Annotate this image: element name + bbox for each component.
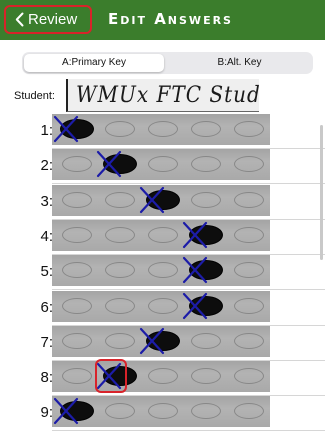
nav-bar: Review Edit Answers xyxy=(0,0,325,40)
question-number: 2: xyxy=(40,157,53,175)
answer-bubble-3[interactable] xyxy=(148,156,178,173)
answer-bubble-4[interactable] xyxy=(191,191,221,208)
tab-primary-key[interactable]: A:Primary Key xyxy=(24,54,164,72)
question-row: 1: xyxy=(0,113,325,149)
question-row: 9: xyxy=(0,395,325,431)
answer-bubble-2[interactable] xyxy=(105,121,135,137)
answer-bubble-3[interactable] xyxy=(148,226,178,243)
question-row: 6: xyxy=(0,290,325,326)
student-label: Student: xyxy=(14,90,55,102)
answer-bubble-5[interactable] xyxy=(234,226,264,243)
question-number: 1: xyxy=(40,122,53,139)
page-title: Edit Answers xyxy=(108,10,233,28)
answer-bubble-5[interactable] xyxy=(234,368,264,385)
answer-bubble-2[interactable] xyxy=(105,191,135,208)
answer-bubble-3[interactable] xyxy=(148,403,178,420)
answer-bubble-5[interactable] xyxy=(234,262,264,279)
question-row: 2: xyxy=(0,148,325,185)
student-name: WMUx FTC Student xyxy=(76,80,259,108)
question-row: 8: xyxy=(0,359,325,397)
question-number: 8: xyxy=(40,369,53,387)
answer-bubble-4[interactable] xyxy=(189,295,223,316)
bubble-strip xyxy=(52,219,270,251)
question-number: 3: xyxy=(40,192,53,210)
question-number: 7: xyxy=(40,333,53,351)
bubble-strip xyxy=(52,184,270,216)
answer-bubble-5[interactable] xyxy=(234,191,264,208)
answer-bubble-4[interactable] xyxy=(191,156,221,173)
bubble-strip xyxy=(52,149,270,181)
answer-bubble-3[interactable] xyxy=(146,330,180,351)
answer-bubble-1[interactable] xyxy=(62,226,92,243)
student-name-image: WMUx FTC Student xyxy=(66,79,259,112)
answer-bubble-3[interactable] xyxy=(146,189,180,210)
answer-bubble-1[interactable] xyxy=(62,191,92,208)
answer-bubble-1[interactable] xyxy=(62,332,92,349)
back-button[interactable]: Review xyxy=(4,5,92,34)
bubble-strip xyxy=(52,290,270,322)
back-button-label: Review xyxy=(28,11,78,28)
tab-alt-key[interactable]: B:Alt. Key xyxy=(168,54,311,72)
answer-bubble-2[interactable] xyxy=(103,366,137,387)
bubble-strip xyxy=(52,255,270,287)
answer-bubble-5[interactable] xyxy=(234,156,264,173)
question-row: 5: xyxy=(0,254,325,291)
answer-bubble-4[interactable] xyxy=(189,224,223,245)
answer-bubble-3[interactable] xyxy=(148,368,178,385)
question-row: 7: xyxy=(0,325,325,361)
bubble-strip xyxy=(52,325,270,357)
answer-key-selector: A:Primary Key B:Alt. Key xyxy=(22,52,313,74)
question-row: 4: xyxy=(0,219,325,255)
chevron-left-icon xyxy=(15,12,24,27)
question-number: 5: xyxy=(40,263,53,281)
bubble-strip xyxy=(52,114,270,145)
answer-bubble-5[interactable] xyxy=(234,121,264,137)
question-number: 4: xyxy=(40,227,53,245)
answer-bubble-2[interactable] xyxy=(105,297,135,314)
answer-bubble-2[interactable] xyxy=(105,262,135,279)
answer-bubble-1[interactable] xyxy=(60,119,94,139)
scrollbar[interactable] xyxy=(320,125,323,260)
answer-bubble-1[interactable] xyxy=(62,262,92,279)
answer-bubble-5[interactable] xyxy=(234,297,264,314)
question-row: 3: xyxy=(0,184,325,220)
answer-bubble-3[interactable] xyxy=(148,262,178,279)
answer-bubble-5[interactable] xyxy=(234,332,264,349)
answer-bubble-4[interactable] xyxy=(191,368,221,385)
answer-bubble-1[interactable] xyxy=(60,401,94,422)
answer-bubble-1[interactable] xyxy=(62,156,92,173)
answer-bubble-4[interactable] xyxy=(191,121,221,137)
answer-bubble-3[interactable] xyxy=(148,121,178,137)
answer-bubble-4[interactable] xyxy=(189,260,223,281)
answer-bubble-1[interactable] xyxy=(62,297,92,314)
answer-bubble-2[interactable] xyxy=(105,403,135,420)
answer-bubble-4[interactable] xyxy=(191,332,221,349)
answer-bubble-3[interactable] xyxy=(148,297,178,314)
question-number: 9: xyxy=(40,404,53,422)
answer-bubble-2[interactable] xyxy=(105,226,135,243)
bubble-strip xyxy=(52,359,270,394)
answer-bubble-2[interactable] xyxy=(103,154,137,175)
answer-bubble-5[interactable] xyxy=(234,403,264,420)
answer-bubble-4[interactable] xyxy=(191,403,221,420)
answer-bubble-1[interactable] xyxy=(62,368,92,385)
bubble-strip xyxy=(52,396,270,428)
question-number: 6: xyxy=(40,298,53,316)
answer-bubble-2[interactable] xyxy=(105,332,135,349)
